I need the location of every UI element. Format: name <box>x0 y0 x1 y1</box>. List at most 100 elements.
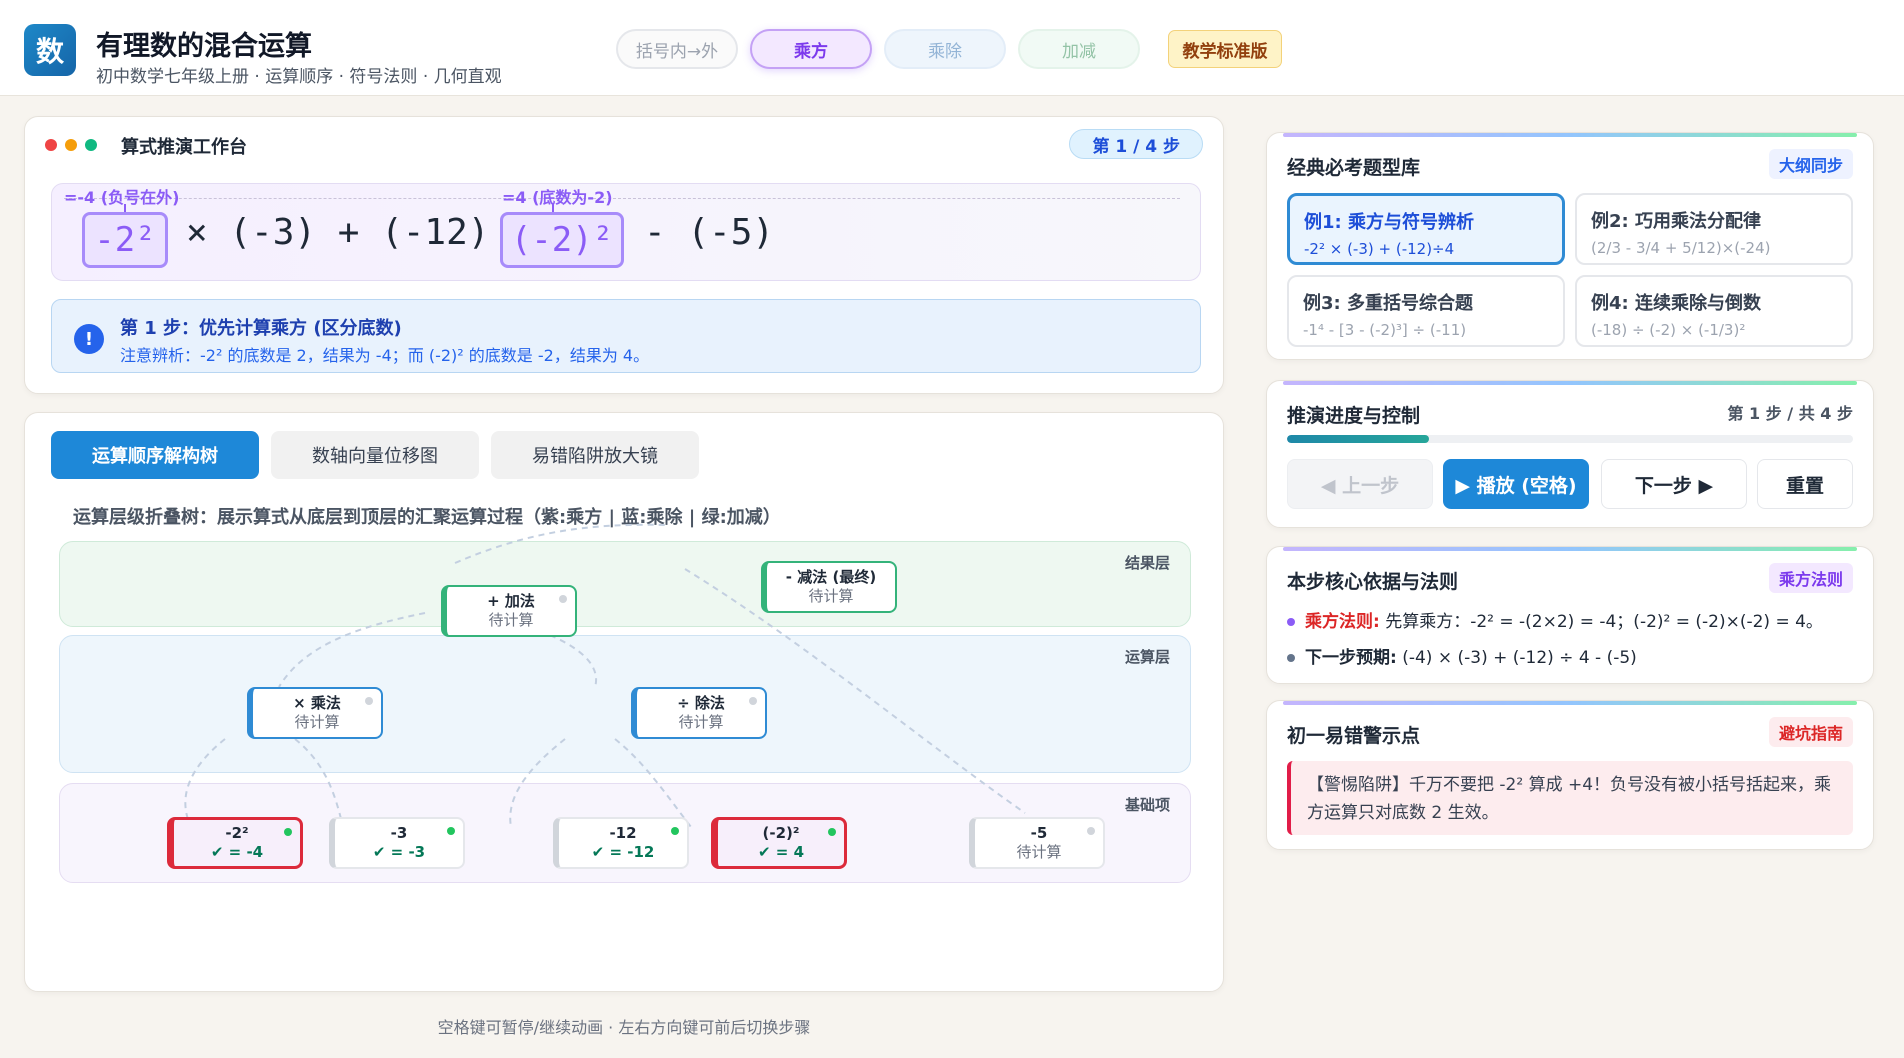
annotation-term1: =-4 (负号在外) <box>64 188 180 207</box>
expression-tail: - (-5) <box>644 212 775 253</box>
node-op: -2² <box>225 824 249 842</box>
app-logo: 数 <box>24 24 76 76</box>
tree-node-term-neg5[interactable]: -5 待计算 <box>969 817 1105 869</box>
tree-node-term-neg12[interactable]: -12 ✔ = -12 <box>553 817 689 869</box>
example-card-1[interactable]: 例1: 乘方与符号辨析 -2² × (-3) + (-12)÷4 <box>1287 193 1565 265</box>
card-accent-bar <box>1283 547 1857 551</box>
node-op: (-2)² <box>762 824 800 842</box>
tree-node-add[interactable]: + 加法 待计算 <box>441 585 577 637</box>
expression-middle: × (-3) + (-12) ÷ <box>186 212 533 253</box>
node-op: × 乘法 <box>293 694 341 712</box>
node-status: 待计算 <box>1016 843 1062 861</box>
rule-tag: 乘方法则 <box>1768 563 1853 593</box>
rules-title: 本步核心依据与法则 <box>1287 571 1459 593</box>
node-status: 待计算 <box>294 713 340 731</box>
node-status: ✔ = -3 <box>372 843 426 861</box>
bullet-icon <box>1287 618 1295 626</box>
tree-node-multiply[interactable]: × 乘法 待计算 <box>247 687 383 739</box>
layer-result: 结果层 <box>59 541 1191 627</box>
tree-node-term-neg-power[interactable]: -2² ✔ = -4 <box>167 817 303 869</box>
node-status: ✔ = 4 <box>757 843 805 861</box>
next-step-button[interactable]: 下一步 ▶ <box>1601 459 1747 509</box>
status-dot-icon <box>559 595 567 603</box>
rule-text: 先算乘方：-2² = -(2×2) = -4；(-2)² = (-2)×(-2)… <box>1385 612 1823 632</box>
progress-fill <box>1287 435 1429 443</box>
tab-trap-magnifier[interactable]: 易错陷阱放大镜 <box>491 431 699 479</box>
rule-text: (-4) × (-3) + (-12) ÷ 4 - (-5) <box>1402 648 1637 668</box>
tree-node-term-paren-power[interactable]: (-2)² ✔ = 4 <box>711 817 847 869</box>
example-title: 例4: 连续乘除与倒数 <box>1591 293 1761 314</box>
example-library: 经典必考题型库 大纲同步 例1: 乘方与符号辨析 -2² × (-3) + (-… <box>1266 132 1874 360</box>
example-title: 例1: 乘方与符号辨析 <box>1304 212 1474 233</box>
example-card-3[interactable]: 例3: 多重括号综合题 -1⁴ - [3 - (-2)³] ÷ (-11) <box>1287 275 1565 347</box>
common-mistakes: 初一易错警示点 避坑指南 【警惕陷阱】千万不要把 -2² 算成 +4！负号没有被… <box>1266 700 1874 850</box>
example-title: 例3: 多重括号综合题 <box>1303 293 1473 314</box>
core-rules: 本步核心依据与法则 乘方法则 乘方法则: 先算乘方：-2² = -(2×2) =… <box>1266 546 1874 684</box>
node-status: 待计算 <box>808 587 854 605</box>
node-status: 待计算 <box>488 611 534 629</box>
window-dot-yellow-icon <box>65 139 77 151</box>
annotation-term2: =4 (底数为-2) <box>502 188 613 207</box>
pitfall-tag: 避坑指南 <box>1768 717 1853 747</box>
warning-message: 【警惕陷阱】千万不要把 -2² 算成 +4！负号没有被小括号括起来，乘方运算只对… <box>1287 761 1853 835</box>
page-subtitle: 初中数学七年级上册 · 运算顺序 · 符号法则 · 几何直观 <box>96 67 502 87</box>
workbench-title: 算式推演工作台 <box>121 137 247 158</box>
phase-pill-power[interactable]: 乘方 <box>750 29 872 69</box>
status-dot-icon <box>671 827 679 835</box>
example-library-title: 经典必考题型库 <box>1287 157 1421 179</box>
page-title: 有理数的混合运算 <box>96 31 312 62</box>
layer-label-result: 结果层 <box>1124 554 1170 572</box>
syllabus-tag: 大纲同步 <box>1768 149 1853 179</box>
layer-label-base: 基础项 <box>1124 796 1170 814</box>
example-title: 例2: 巧用乘法分配律 <box>1591 211 1761 232</box>
formula-workbench: 算式推演工作台 第 1 / 4 步 =-4 (负号在外) =4 (底数为-2) … <box>24 116 1224 394</box>
tree-node-subtract-final[interactable]: - 减法 (最终) 待计算 <box>761 561 897 613</box>
node-op: - 减法 (最终) <box>785 568 877 586</box>
expression-term-neg-power[interactable]: -2² <box>82 212 168 268</box>
phase-pill-brackets[interactable]: 括号内→外 <box>616 29 738 69</box>
tab-number-line[interactable]: 数轴向量位移图 <box>271 431 479 479</box>
tree-description: 运算层级折叠树：展示算式从底层到顶层的汇聚运算过程（紫:乘方 | 蓝:乘除 | … <box>73 507 781 528</box>
example-formula: -2² × (-3) + (-12)÷4 <box>1304 240 1455 258</box>
rule-item-next: 下一步预期: (-4) × (-3) + (-12) ÷ 4 - (-5) <box>1287 643 1637 668</box>
window-dot-red-icon <box>45 139 57 151</box>
phase-pill-addsub[interactable]: 加减 <box>1018 29 1140 69</box>
node-status: 待计算 <box>678 713 724 731</box>
node-op: -3 <box>390 824 408 842</box>
step-hint: ! 第 1 步：优先计算乘方 (区分底数) 注意辨析：-2² 的底数是 2，结果… <box>51 299 1201 373</box>
keyboard-shortcut-hint: 空格键可暂停/继续动画 · 左右方向键可前后切换步骤 <box>437 1018 811 1037</box>
phase-pill-muldiv[interactable]: 乘除 <box>884 29 1006 69</box>
tree-node-divide[interactable]: ÷ 除法 待计算 <box>631 687 767 739</box>
example-formula: (2/3 - 3/4 + 5/12)×(-24) <box>1591 239 1771 257</box>
example-formula: (-18) ÷ (-2) × (-1/3)² <box>1591 321 1746 339</box>
node-op: -12 <box>609 824 637 842</box>
node-op: -5 <box>1030 824 1048 842</box>
rule-key: 乘方法则: <box>1305 612 1380 632</box>
rule-key: 下一步预期: <box>1305 648 1397 668</box>
annotation-guide-line <box>64 198 1180 199</box>
status-dot-icon <box>828 828 836 836</box>
node-op: + 加法 <box>487 592 535 610</box>
tab-order-tree[interactable]: 运算顺序解构树 <box>51 431 259 479</box>
node-status: ✔ = -12 <box>591 843 655 861</box>
bullet-icon <box>1287 654 1295 662</box>
node-op: ÷ 除法 <box>677 694 725 712</box>
card-accent-bar <box>1283 381 1857 385</box>
layer-label-operation: 运算层 <box>1124 648 1170 666</box>
info-icon: ! <box>74 324 104 354</box>
reset-button[interactable]: 重置 <box>1757 459 1853 509</box>
visualization-panel: 运算顺序解构树 数轴向量位移图 易错陷阱放大镜 运算层级折叠树：展示算式从底层到… <box>24 412 1224 992</box>
status-dot-icon <box>365 697 373 705</box>
card-accent-bar <box>1283 133 1857 137</box>
progress-control: 推演进度与控制 第 1 步 / 共 4 步 ◀ 上一步 ▶ 播放 (空格) 下一… <box>1266 380 1874 528</box>
tree-node-term-neg3[interactable]: -3 ✔ = -3 <box>329 817 465 869</box>
prev-step-button[interactable]: ◀ 上一步 <box>1287 459 1433 509</box>
status-dot-icon <box>447 827 455 835</box>
example-card-2[interactable]: 例2: 巧用乘法分配律 (2/3 - 3/4 + 5/12)×(-24) <box>1575 193 1853 265</box>
play-button[interactable]: ▶ 播放 (空格) <box>1443 459 1589 509</box>
example-formula: -1⁴ - [3 - (-2)³] ÷ (-11) <box>1303 321 1467 339</box>
expression-term-paren-power[interactable]: (-2)² <box>500 212 624 268</box>
window-dot-green-icon <box>85 139 97 151</box>
example-card-4[interactable]: 例4: 连续乘除与倒数 (-18) ÷ (-2) × (-1/3)² <box>1575 275 1853 347</box>
expression-box: =-4 (负号在外) =4 (底数为-2) -2² × (-3) + (-12)… <box>51 183 1201 281</box>
